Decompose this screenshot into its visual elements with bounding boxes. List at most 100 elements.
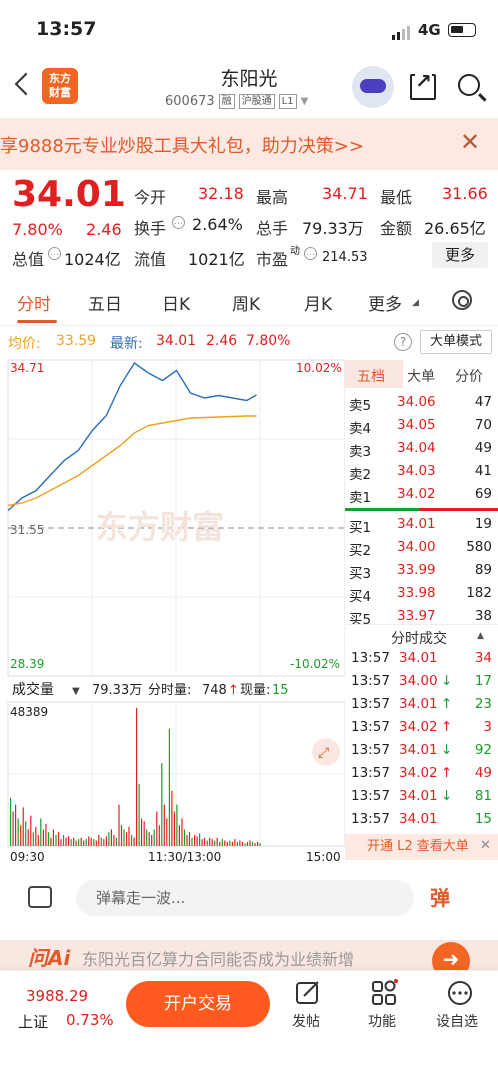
float-value: 1021亿 [188,250,245,269]
tick-row[interactable]: 13:57 34.01 ↑ 23 [345,696,498,719]
info-icon[interactable]: … [304,247,317,260]
volume-bar [10,797,12,846]
tick-row[interactable]: 13:57 34.00 ↓ 17 [345,673,498,696]
ask-row[interactable]: 卖3 34.04 49 [345,440,498,463]
volume-bar [229,840,231,846]
watchlist-icon[interactable] [446,979,474,1007]
bid-volume: 38 [474,608,492,624]
y-prev-label: 31.55 [10,523,44,537]
more-button[interactable]: 更多 [432,242,488,268]
collapse-icon[interactable]: ▲ [477,631,484,641]
ai-question-text[interactable]: 东阳光百亿算力合同能否成为业绩新增 [82,946,354,970]
volume-bar [125,832,128,846]
tick-row[interactable]: 13:57 34.01 34 [345,650,498,673]
function-label[interactable]: 功能 [368,1011,396,1031]
ask-volume: 70 [474,417,492,433]
volume-bar [171,790,173,846]
ai-question-strip[interactable]: 问Ai 东阳光百亿算力合同能否成为业绩新增 ➜ [0,940,498,970]
tick-arrow: ↑ [441,696,453,712]
promo-text[interactable]: 享9888元专业炒股工具大礼包，助力决策>> [0,132,364,158]
close-icon[interactable]: ✕ [480,838,491,853]
l2-upgrade-link[interactable]: 开通 L2 查看大单 [345,834,498,860]
index-pct[interactable]: 0.73% [66,1011,114,1029]
mktcap-value: 1024亿 [64,250,121,269]
index-value[interactable]: 3988.29 [26,987,88,1005]
ask-ratio-bar [419,508,498,511]
function-icon[interactable] [370,979,398,1007]
info-icon[interactable]: … [172,216,185,229]
ask-row[interactable]: 卖1 34.02 69 [345,486,498,509]
watchlist-label[interactable]: 设自选 [436,1011,478,1031]
danmaku-input[interactable]: 弹幕走一波... [76,880,414,916]
post-icon[interactable] [294,979,322,1007]
ask-row[interactable]: 卖5 34.06 47 [345,394,498,417]
volume-dropdown-icon[interactable]: ▼ [72,686,80,697]
tick-row[interactable]: 13:57 34.02 ↑ 49 [345,765,498,788]
volume-title[interactable]: 成交量 [12,681,54,698]
danmaku-settings-icon[interactable] [28,886,52,908]
tab-five-day[interactable]: 五日 [88,290,122,315]
tick-row[interactable]: 13:57 34.01 ↓ 92 [345,742,498,765]
latest-change: 2.46 [206,333,238,349]
bid-row[interactable]: 买1 34.01 19 [345,516,498,539]
chevron-down-icon[interactable]: ▼ [301,96,309,107]
share-icon[interactable] [410,70,436,100]
book-tab-five[interactable]: 五档 [357,366,385,386]
volume-bar [249,840,251,846]
tick-time: 13:57 [351,696,390,712]
volume-bar [68,836,70,846]
info-icon[interactable]: … [48,247,61,260]
tab-intraday[interactable]: 分时 [17,290,51,315]
arrow-right-icon[interactable]: ➜ [432,942,470,970]
index-name[interactable]: 上证 [18,1011,48,1032]
bid-volume: 182 [466,585,492,601]
gear-icon[interactable] [452,290,472,310]
volume-label: 总手 [256,219,289,238]
up-arrow-icon: ↑ [228,683,239,698]
bid-row[interactable]: 买2 34.00 580 [345,539,498,562]
bid-price: 33.97 [397,608,436,624]
tick-row[interactable]: 13:57 34.02 ↑ 3 [345,719,498,742]
ai-robot-icon[interactable] [352,66,394,108]
tick-price: 34.01 [399,788,438,804]
danmaku-toggle-button[interactable]: 弹 [430,882,450,911]
turnover-value: 2.64% [192,215,243,234]
bid-row[interactable]: 买4 33.98 182 [345,585,498,608]
tab-more[interactable]: 更多 [368,290,402,315]
trade-button[interactable]: 开户交易 [126,981,270,1027]
ask-row[interactable]: 卖2 34.03 41 [345,463,498,486]
tab-monthly-k[interactable]: 月K [304,290,332,315]
book-tab-price[interactable]: 分价 [455,366,483,386]
dropdown-icon[interactable]: ◢ [412,298,419,308]
tick-price: 34.02 [399,765,438,781]
tick-volume: 92 [474,742,492,758]
stock-code: 600673 [165,94,215,109]
bid-row[interactable]: 买3 33.99 89 [345,562,498,585]
y-high-label: 34.71 [10,361,44,375]
volume-bar [206,840,208,846]
ask-row[interactable]: 卖4 34.05 70 [345,417,498,440]
bigorder-mode-button[interactable]: 大单模式 [420,330,492,354]
ticks-header[interactable]: 分时成交 ▲ [345,624,498,648]
intraday-chart[interactable]: 东方财富 34.71 31.55 28.39 10.02% -10.02% 成交… [0,356,346,866]
volume-value: 79.33万 [302,219,364,238]
pe-label: 市盈 [256,250,289,269]
volume-bar [20,825,22,846]
change-pct: 7.80% [12,220,63,239]
search-icon[interactable] [458,74,480,96]
volume-bar [57,832,60,846]
book-tab-bigorder[interactable]: 大单 [407,366,435,386]
bid-price: 33.99 [397,562,436,578]
ask-price: 34.02 [397,486,436,502]
tick-row[interactable]: 13:57 34.01 ↓ 81 [345,788,498,811]
tick-row[interactable]: 13:57 34.01 15 [345,811,498,834]
close-icon[interactable]: ✕ [460,128,480,156]
expand-icon[interactable]: ⤢ [318,745,329,761]
volume-bar [42,829,44,846]
tab-weekly-k[interactable]: 周K [232,290,260,315]
promo-banner[interactable]: 享9888元专业炒股工具大礼包，助力决策>> ✕ [0,118,498,170]
tab-daily-k[interactable]: 日K [162,290,190,315]
help-icon[interactable]: ? [394,333,412,351]
post-label[interactable]: 发帖 [292,1011,320,1031]
volume-bar [12,811,14,846]
